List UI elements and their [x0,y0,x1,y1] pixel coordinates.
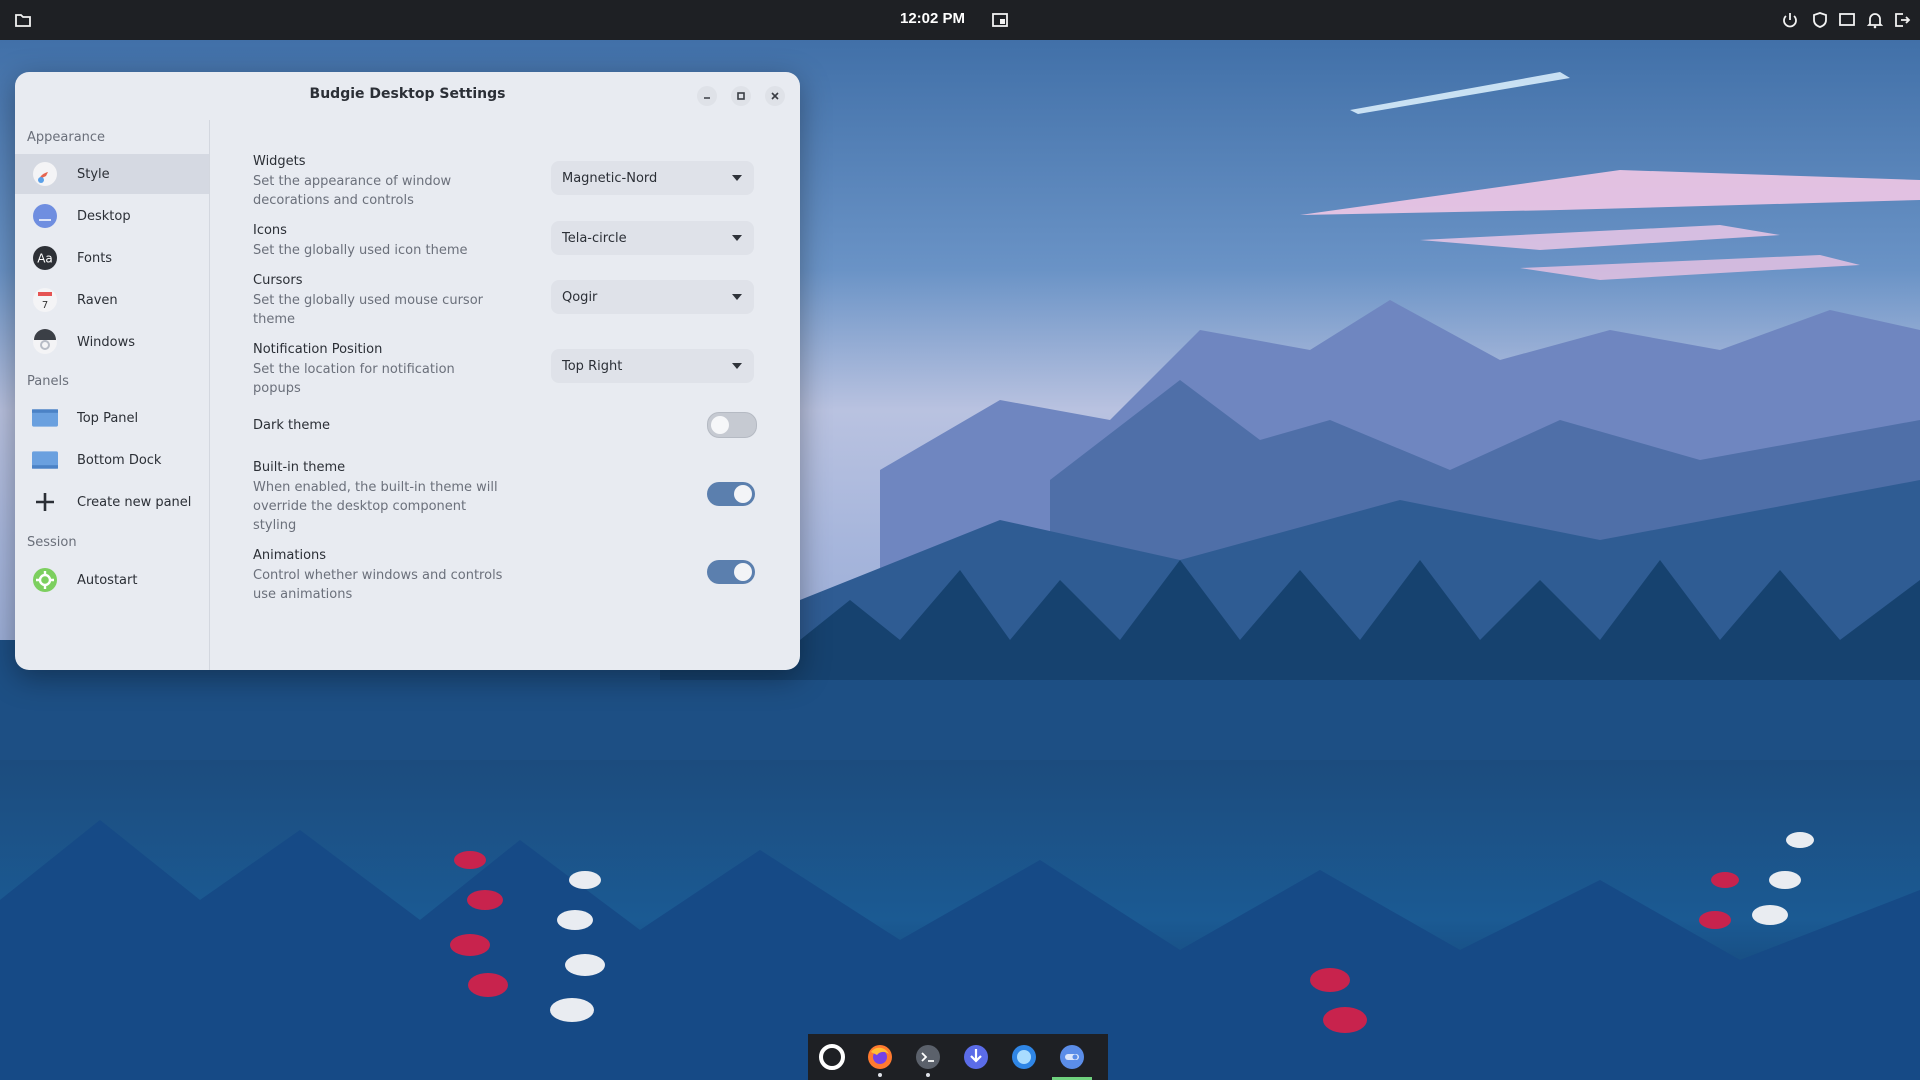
folder-icon[interactable] [14,11,32,29]
sidebar-item-create-panel[interactable]: Create new panel [15,482,209,522]
window-title: Budgie Desktop Settings [309,86,506,102]
cursors-value: Qogir [562,289,598,305]
calendar-icon: 7 [32,287,58,313]
widgets-description: Set the appearance of window decorations… [253,174,452,208]
sidebar: Appearance Style Desktop Aa Fonts 7 Rave… [15,120,210,670]
terminal-icon[interactable] [904,1034,952,1080]
toggle-knob [711,416,729,434]
display-icon[interactable] [1838,11,1856,29]
animations-description: Control whether windows and controls use… [253,568,503,602]
icons-dropdown[interactable]: Tela-circle [551,221,754,255]
sidebar-item-windows[interactable]: Windows [15,322,209,362]
sidebar-item-label: Fonts [77,250,113,266]
chevron-down-icon [732,235,742,241]
sidebar-item-fonts[interactable]: Aa Fonts [15,238,209,278]
autostart-gear-icon [32,567,58,593]
circle-launcher-icon[interactable] [808,1034,856,1080]
icons-title: Icons [253,223,287,238]
icons-description: Set the globally used icon theme [253,243,468,258]
cursors-title: Cursors [253,273,303,288]
svg-text:Aa: Aa [37,252,53,266]
svg-text:7: 7 [42,300,48,311]
top-panel: 12:02 PM [0,0,1920,40]
dark-theme-toggle[interactable] [707,412,757,438]
widgets-value: Magnetic-Nord [562,170,658,186]
sidebar-item-label: Style [77,166,110,182]
notification-title: Notification Position [253,342,383,357]
section-appearance: Appearance [27,130,106,145]
running-indicator [926,1073,930,1077]
top-panel-icon [32,405,58,431]
notification-position-dropdown[interactable]: Top Right [551,349,754,383]
builtin-theme-title: Built-in theme [253,460,346,475]
animations-title: Animations [253,548,327,563]
sidebar-item-label: Create new panel [77,494,192,510]
cursors-description: Set the globally used mouse cursor theme [253,293,483,327]
chevron-down-icon [732,294,742,300]
animations-toggle[interactable] [707,560,755,584]
sidebar-item-raven[interactable]: 7 Raven [15,280,209,320]
notification-description: Set the location for notification popups [253,362,455,396]
maximize-icon[interactable] [731,86,751,106]
section-panels: Panels [27,374,69,389]
settings-toggle-icon[interactable] [1048,1034,1096,1080]
notification-value: Top Right [562,358,623,374]
sidebar-item-desktop[interactable]: Desktop [15,196,209,236]
style-icon [32,161,58,187]
minimize-icon[interactable] [697,86,717,106]
sidebar-item-top-panel[interactable]: Top Panel [15,398,209,438]
bottom-dock-icon [32,447,58,473]
shield-icon[interactable] [1811,11,1829,29]
bell-icon[interactable] [1866,11,1884,29]
sidebar-item-label: Autostart [77,572,138,588]
builtin-theme-description: When enabled, the built-in theme will ov… [253,480,498,533]
dark-theme-title: Dark theme [253,418,330,433]
exit-icon[interactable] [1893,11,1911,29]
bottom-dock [808,1034,1108,1080]
plus-icon [32,489,58,515]
icons-value: Tela-circle [562,230,627,246]
toggle-knob [734,563,752,581]
sidebar-item-label: Raven [77,292,118,308]
windows-gear-icon [32,329,58,355]
widgets-dropdown[interactable]: Magnetic-Nord [551,161,754,195]
chevron-down-icon [732,175,742,181]
sidebar-item-bottom-dock[interactable]: Bottom Dock [15,440,209,480]
browser-icon[interactable] [1000,1034,1048,1080]
section-session: Session [27,535,77,550]
clock[interactable]: 12:02 PM [900,10,965,27]
widgets-title: Widgets [253,154,306,169]
sidebar-item-label: Bottom Dock [77,452,162,468]
sidebar-item-autostart[interactable]: Autostart [15,560,209,600]
desktop-icon [32,203,58,229]
settings-window: Budgie Desktop Settings Appearance Style… [15,72,800,670]
downloader-icon[interactable] [952,1034,1000,1080]
sidebar-item-label: Desktop [77,208,131,224]
running-indicator [878,1073,882,1077]
sidebar-item-style[interactable]: Style [15,154,209,194]
sidebar-item-label: Top Panel [77,410,139,426]
builtin-theme-toggle[interactable] [707,482,755,506]
power-icon[interactable] [1781,11,1799,29]
chevron-down-icon [732,363,742,369]
cursors-dropdown[interactable]: Qogir [551,280,754,314]
toggle-knob [734,485,752,503]
style-settings-panel: Widgets Set the appearance of window dec… [210,120,800,670]
sidebar-item-label: Windows [77,334,136,350]
fonts-icon: Aa [32,245,58,271]
firefox-icon[interactable] [856,1034,904,1080]
window-titlebar[interactable]: Budgie Desktop Settings [15,72,800,118]
close-icon[interactable] [765,86,785,106]
screen-icon[interactable] [991,11,1009,29]
